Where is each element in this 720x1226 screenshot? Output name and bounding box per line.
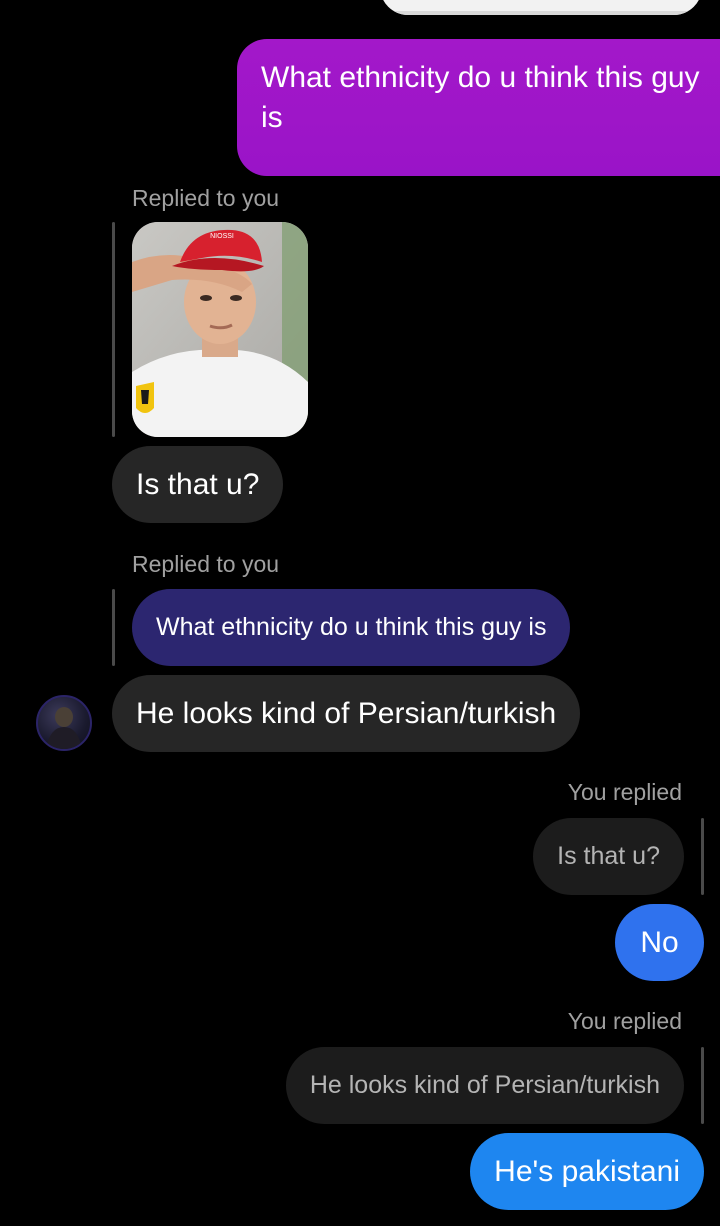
message-text: What ethnicity do u think this guy is xyxy=(261,61,700,134)
quoted-text: What ethnicity do u think this guy is xyxy=(156,613,547,641)
quoted-message-bubble[interactable]: Is that u? xyxy=(533,818,684,895)
quoted-message-bubble[interactable]: What ethnicity do u think this guy is xyxy=(132,589,571,666)
reply-indicator-bar xyxy=(112,589,115,666)
quoted-photo-thumbnail[interactable]: NIOSSI xyxy=(132,222,308,437)
incoming-message-bubble[interactable]: Is that u? xyxy=(112,446,284,523)
reply-label: You replied xyxy=(567,779,682,805)
message-text: No xyxy=(640,925,679,959)
quoted-message-bubble[interactable]: He looks kind of Persian/turkish xyxy=(285,1047,684,1124)
message-text: He looks kind of Persian/turkish xyxy=(136,696,557,730)
incoming-message-bubble[interactable]: He looks kind of Persian/turkish xyxy=(112,675,581,752)
reply-label: Replied to you xyxy=(132,551,280,577)
quoted-text: He looks kind of Persian/turkish xyxy=(309,1071,660,1099)
avatar-image xyxy=(46,707,82,749)
reply-indicator-bar xyxy=(701,818,704,895)
message-text: Is that u? xyxy=(136,467,260,501)
reply-indicator-bar xyxy=(112,222,115,437)
reply-label: You replied xyxy=(567,1008,682,1034)
contact-avatar[interactable] xyxy=(36,695,92,751)
message-text: He's pakistani xyxy=(494,1154,680,1188)
quoted-text: Is that u? xyxy=(557,842,660,870)
outgoing-message-bubble[interactable]: What ethnicity do u think this guy is xyxy=(237,39,720,176)
outgoing-message-bubble[interactable]: No xyxy=(615,904,704,981)
cap-logo-text: NIOSSI xyxy=(210,233,234,240)
reply-indicator-bar xyxy=(701,1047,704,1124)
previous-image-message[interactable] xyxy=(380,0,702,15)
photo-illustration: NIOSSI xyxy=(132,222,308,437)
reply-label: Replied to you xyxy=(132,185,280,211)
outgoing-message-bubble[interactable]: He's pakistani xyxy=(470,1133,704,1210)
